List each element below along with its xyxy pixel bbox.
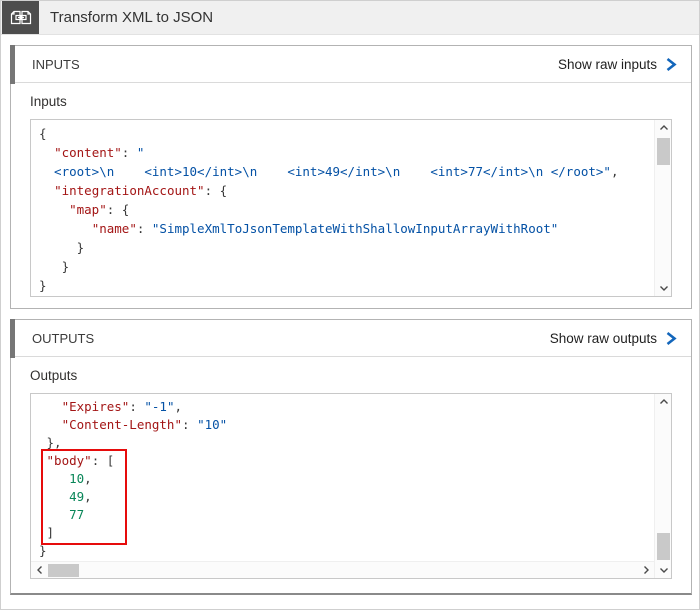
scrollbar-up-arrow-icon[interactable] bbox=[655, 120, 672, 136]
scrollbar-thumb[interactable] bbox=[48, 564, 79, 577]
page-title: Transform XML to JSON bbox=[50, 1, 213, 34]
code-line: } bbox=[39, 276, 654, 295]
scrollbar-thumb[interactable] bbox=[657, 533, 670, 560]
show-raw-outputs-label: Show raw outputs bbox=[550, 331, 657, 346]
code-line: { bbox=[39, 124, 654, 143]
outputs-section-body: Outputs "Expires": "-1", "Content-Length… bbox=[11, 357, 691, 579]
code-line: 49, bbox=[39, 488, 654, 506]
inputs-section-header: INPUTS Show raw inputs bbox=[11, 46, 691, 83]
code-line: } bbox=[39, 238, 654, 257]
outputs-section: OUTPUTS Show raw outputs Outputs "Expire… bbox=[10, 319, 692, 595]
outputs-section-title: OUTPUTS bbox=[32, 331, 550, 346]
scrollbar-up-arrow-icon[interactable] bbox=[655, 394, 672, 410]
code-line: 77 bbox=[39, 506, 654, 524]
chevron-right-icon bbox=[665, 57, 677, 72]
outputs-horizontal-scrollbar[interactable] bbox=[31, 561, 654, 578]
inputs-code-content[interactable]: { "content": " <root>\n <int>10</int>\n … bbox=[31, 120, 654, 296]
outputs-code-content[interactable]: "Expires": "-1", "Content-Length": "10" … bbox=[31, 394, 654, 561]
show-raw-inputs-button[interactable]: Show raw inputs bbox=[558, 57, 677, 72]
title-bar: Transform XML to JSON bbox=[1, 1, 699, 35]
code-line: <root>\n <int>10</int>\n <int>49</int>\n… bbox=[39, 162, 654, 181]
code-line: } bbox=[39, 542, 654, 560]
inputs-label: Inputs bbox=[30, 94, 672, 110]
code-line: "map": { bbox=[39, 200, 654, 219]
scrollbar-left-arrow-icon[interactable] bbox=[31, 562, 48, 578]
code-line: "content": " bbox=[39, 143, 654, 162]
chevron-right-icon bbox=[665, 331, 677, 346]
outputs-label: Outputs bbox=[30, 368, 672, 384]
inputs-section: INPUTS Show raw inputs Inputs { "content… bbox=[10, 45, 692, 309]
outputs-vertical-scrollbar[interactable] bbox=[654, 394, 671, 578]
code-line: 10, bbox=[39, 470, 654, 488]
inputs-section-title: INPUTS bbox=[32, 57, 558, 72]
inputs-code-box[interactable]: { "content": " <root>\n <int>10</int>\n … bbox=[30, 119, 672, 297]
scrollbar-down-arrow-icon[interactable] bbox=[655, 280, 672, 296]
section-accent-bar bbox=[10, 45, 15, 84]
transform-xml-documents-icon bbox=[2, 1, 39, 34]
code-line: "integrationAccount": { bbox=[39, 181, 654, 200]
code-line: "body": [ bbox=[39, 452, 654, 470]
outputs-code-box[interactable]: "Expires": "-1", "Content-Length": "10" … bbox=[30, 393, 672, 579]
inputs-vertical-scrollbar[interactable] bbox=[654, 120, 671, 296]
code-line: "Expires": "-1", bbox=[39, 398, 654, 416]
section-accent-bar bbox=[10, 319, 15, 358]
code-line: ] bbox=[39, 524, 654, 542]
scrollbar-down-arrow-icon[interactable] bbox=[655, 562, 672, 578]
code-line: }, bbox=[39, 434, 654, 452]
code-line: } bbox=[39, 257, 654, 276]
show-raw-inputs-label: Show raw inputs bbox=[558, 57, 657, 72]
code-line: "Content-Length": "10" bbox=[39, 416, 654, 434]
code-line: "name": "SimpleXmlToJsonTemplateWithShal… bbox=[39, 219, 654, 238]
outputs-section-header: OUTPUTS Show raw outputs bbox=[11, 320, 691, 357]
show-raw-outputs-button[interactable]: Show raw outputs bbox=[550, 331, 677, 346]
scrollbar-right-arrow-icon[interactable] bbox=[637, 562, 654, 578]
scrollbar-thumb[interactable] bbox=[657, 138, 670, 165]
inputs-section-body: Inputs { "content": " <root>\n <int>10</… bbox=[11, 83, 691, 297]
app-window: Transform XML to JSON INPUTS Show raw in… bbox=[0, 0, 700, 610]
